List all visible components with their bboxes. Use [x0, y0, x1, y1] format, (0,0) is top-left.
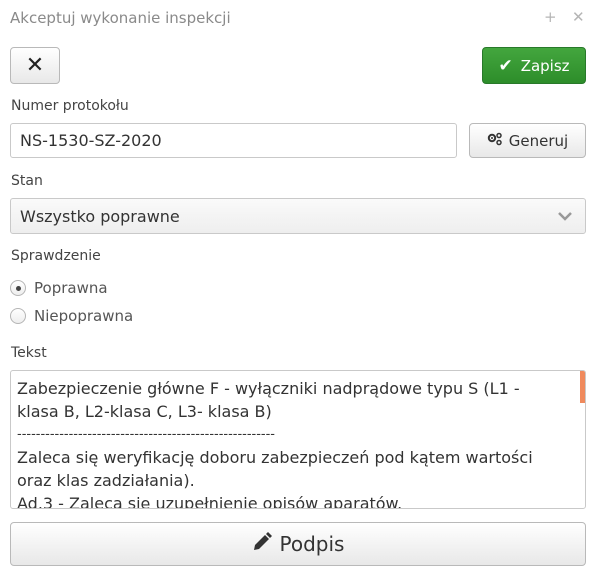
- state-select[interactable]: Wszystko poprawne: [10, 198, 586, 234]
- text-line: Ad.3 - Zaleca się uzupełnienie opisów ap…: [17, 494, 403, 509]
- protocol-number-value: NS-1530-SZ-2020: [20, 131, 162, 150]
- pencil-icon: [252, 531, 272, 557]
- check-icon: ✔: [498, 55, 513, 76]
- radio-correct[interactable]: Poprawna: [10, 279, 108, 297]
- save-button-label: Zapisz: [520, 56, 570, 75]
- radio-incorrect[interactable]: Niepoprawna: [10, 307, 133, 325]
- gears-icon: [487, 132, 503, 150]
- check-label: Sprawdzenie: [11, 248, 101, 264]
- radio-incorrect-label: Niepoprawna: [34, 307, 134, 325]
- close-icon[interactable]: ✕: [572, 8, 585, 26]
- save-button[interactable]: ✔ Zapisz: [482, 47, 586, 84]
- scrollbar-thumb[interactable]: [580, 371, 585, 403]
- radio-button-unchecked[interactable]: [10, 308, 26, 324]
- radio-button-checked[interactable]: [10, 280, 26, 296]
- text-line: ----------------------------------------…: [17, 427, 276, 442]
- sign-button[interactable]: Podpis: [10, 522, 586, 566]
- generate-button[interactable]: Generuj: [469, 123, 586, 158]
- text-line: Zabezpieczenie główne F - wyłączniki nad…: [17, 379, 525, 421]
- text-area[interactable]: Zabezpieczenie główne F - wyłączniki nad…: [10, 370, 586, 509]
- window-titlebar: Akceptuj wykonanie inspekcji + ✕: [0, 0, 598, 36]
- text-line: Zaleca się weryfikację doboru zabezpiecz…: [17, 448, 538, 490]
- cancel-button[interactable]: ✕: [10, 47, 60, 84]
- chevron-down-icon: [557, 208, 573, 228]
- protocol-number-label: Numer protokołu: [11, 98, 129, 114]
- state-selected-value: Wszystko poprawne: [20, 206, 180, 226]
- text-label: Tekst: [11, 345, 47, 361]
- plus-icon[interactable]: +: [544, 8, 557, 26]
- window-title: Akceptuj wykonanie inspekcji: [10, 9, 231, 27]
- protocol-number-input[interactable]: NS-1530-SZ-2020: [10, 123, 457, 158]
- close-icon: ✕: [25, 53, 45, 78]
- generate-button-label: Generuj: [508, 131, 569, 150]
- state-label: Stan: [11, 173, 43, 189]
- radio-correct-label: Poprawna: [34, 279, 108, 297]
- sign-button-label: Podpis: [279, 532, 345, 556]
